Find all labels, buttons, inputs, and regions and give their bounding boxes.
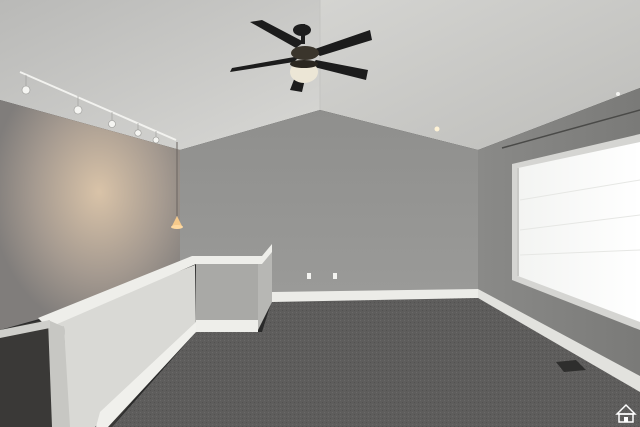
recessed-light	[616, 92, 620, 96]
wall-outlet	[307, 273, 311, 279]
recessed-light	[434, 126, 440, 132]
room-photo	[0, 0, 640, 427]
wall-outlet	[333, 273, 337, 279]
